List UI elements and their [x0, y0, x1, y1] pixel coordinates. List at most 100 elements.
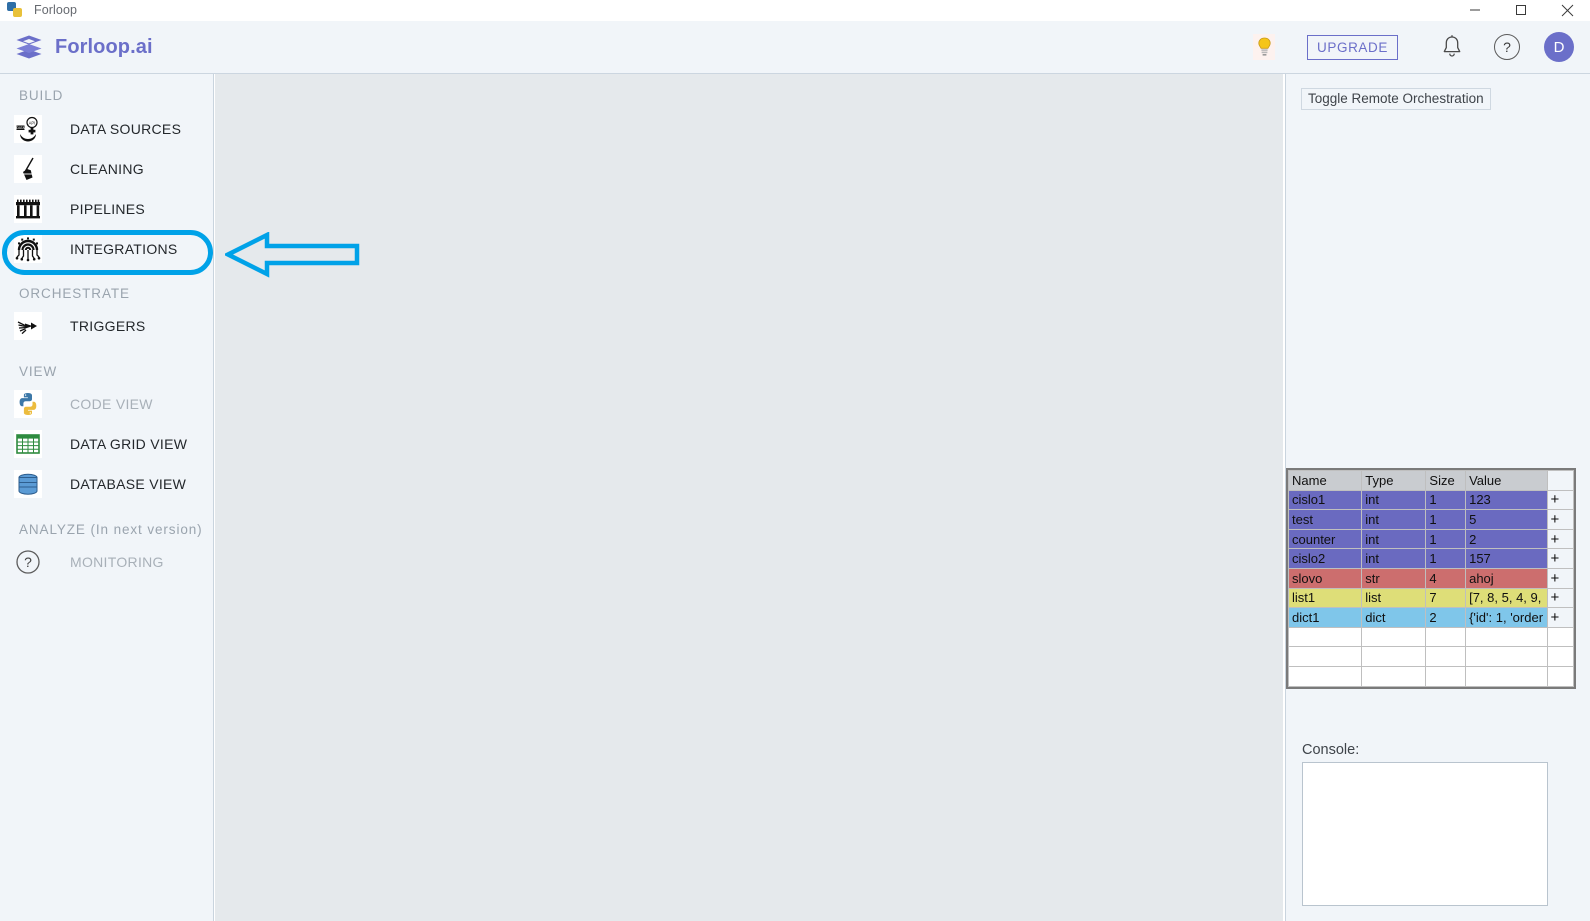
sidebar-item-label: MONITORING [70, 554, 164, 570]
python-icon [12, 388, 44, 420]
sidebar-item-database-view[interactable]: DATABASE VIEW [0, 464, 213, 504]
add-variable-button[interactable]: + [1546, 528, 1575, 550]
table-row[interactable] [1287, 646, 1575, 667]
table-row[interactable] [1287, 665, 1575, 687]
cell-name [1287, 626, 1363, 648]
cell-value [1465, 626, 1548, 648]
cell-value: 123 [1465, 489, 1548, 511]
cell-value: 2 [1465, 528, 1548, 550]
table-row[interactable]: counter int 1 2 + [1287, 528, 1575, 550]
question-circle-icon: ? [12, 546, 44, 578]
close-button[interactable] [1544, 0, 1590, 21]
row-spacer [1546, 646, 1575, 667]
triggers-icon [12, 310, 44, 342]
sidebar-item-monitoring[interactable]: ? MONITORING [0, 542, 213, 582]
bell-icon[interactable] [1440, 34, 1464, 60]
sidebar-section-build: BUILD [19, 88, 64, 103]
cell-name: dict1 [1287, 607, 1363, 628]
cell-type [1361, 665, 1427, 687]
cell-size: 1 [1425, 528, 1467, 550]
maximize-button[interactable] [1498, 0, 1544, 21]
cell-type [1361, 646, 1427, 667]
cell-type: int [1361, 489, 1427, 511]
pipelines-icon [12, 193, 44, 225]
add-variable-button[interactable]: + [1546, 489, 1575, 511]
table-row[interactable]: cislo2 int 1 157 + [1287, 548, 1575, 569]
sidebar-item-pipelines[interactable]: PIPELINES [0, 189, 213, 229]
brand-name: Forloop.ai [55, 35, 153, 58]
sidebar-item-cleaning[interactable]: CLEANING [0, 149, 213, 189]
broom-icon [12, 153, 44, 185]
cell-type: str [1361, 567, 1427, 589]
sidebar-item-label: CODE VIEW [70, 396, 153, 412]
cell-size: 1 [1425, 548, 1467, 569]
console-output[interactable] [1302, 762, 1548, 906]
cell-type [1361, 626, 1427, 648]
sidebar-section-view: VIEW [19, 364, 58, 379]
cell-value: 157 [1465, 548, 1548, 569]
sidebar-section-analyze: ANALYZE (In next version) [19, 522, 203, 537]
cell-name [1287, 665, 1363, 687]
svg-text:DATA: DATA [16, 126, 25, 130]
column-header-value: Value [1465, 470, 1548, 491]
table-row[interactable]: list1 list 7 [7, 8, 5, 4, 9, + [1287, 587, 1575, 609]
minimize-button[interactable] [1452, 0, 1498, 21]
cell-value [1465, 646, 1548, 667]
sidebar-item-triggers[interactable]: TRIGGERS [0, 306, 213, 346]
avatar[interactable]: D [1544, 32, 1574, 62]
table-row[interactable]: cislo1 int 1 123 + [1287, 489, 1575, 511]
cell-value: 5 [1465, 509, 1548, 530]
window-titlebar: Forloop [0, 0, 1590, 21]
row-spacer [1546, 626, 1575, 648]
help-button[interactable]: ? [1494, 34, 1520, 60]
cell-name: cislo1 [1287, 489, 1363, 511]
add-variable-button[interactable]: + [1546, 548, 1575, 569]
cell-name: slovo [1287, 567, 1363, 589]
sidebar-item-label: CLEANING [70, 161, 144, 177]
row-spacer [1546, 665, 1575, 687]
grid-icon [12, 428, 44, 460]
right-panel: Toggle Remote Orchestration Name Type Si… [1285, 74, 1590, 921]
forloop-stacked-hexagon-logo [14, 32, 44, 62]
upgrade-button[interactable]: UPGRADE [1307, 34, 1398, 60]
brand[interactable]: Forloop.ai [14, 32, 153, 62]
cell-type: list [1361, 587, 1427, 609]
window-controls [1452, 0, 1590, 21]
lightbulb-icon[interactable] [1253, 34, 1276, 60]
sidebar: BUILD API DATA DATA SOURCES CLEANING PIP… [0, 74, 214, 921]
cell-value: {'id': 1, 'order [1465, 607, 1548, 628]
column-header-size: Size [1425, 470, 1467, 491]
add-variable-button[interactable]: + [1546, 567, 1575, 589]
window-title: Forloop [34, 3, 78, 17]
cell-name: list1 [1287, 587, 1363, 609]
cell-name: cislo2 [1287, 548, 1363, 569]
data-sources-icon: API DATA [12, 113, 44, 145]
sidebar-item-label: DATABASE VIEW [70, 476, 187, 492]
cell-size [1425, 646, 1467, 667]
sidebar-item-data-grid-view[interactable]: DATA GRID VIEW [0, 424, 213, 464]
cell-size: 1 [1425, 489, 1467, 511]
add-variable-button[interactable]: + [1546, 607, 1575, 628]
sidebar-section-orchestrate: ORCHESTRATE [19, 286, 130, 301]
column-header-actions [1546, 470, 1575, 491]
main-canvas[interactable] [215, 74, 1283, 921]
column-header-name: Name [1287, 470, 1363, 491]
table-row[interactable]: test int 1 5 + [1287, 509, 1575, 530]
add-variable-button[interactable]: + [1546, 509, 1575, 530]
cell-name [1287, 646, 1363, 667]
sidebar-item-code-view[interactable]: CODE VIEW [0, 384, 213, 424]
add-variable-button[interactable]: + [1546, 587, 1575, 609]
table-row[interactable] [1287, 626, 1575, 648]
toggle-remote-orchestration-button[interactable]: Toggle Remote Orchestration [1301, 88, 1491, 110]
table-row[interactable]: slovo str 4 ahoj + [1287, 567, 1575, 589]
sidebar-item-integrations[interactable]: INTEGRATIONS [0, 229, 213, 269]
sidebar-item-data-sources[interactable]: API DATA DATA SOURCES [0, 109, 213, 149]
column-header-type: Type [1361, 470, 1427, 491]
cell-type: int [1361, 528, 1427, 550]
variables-table[interactable]: Name Type Size Value cislo1 int 1 123 + test i… [1286, 468, 1576, 689]
console-label: Console: [1302, 742, 1360, 758]
cell-name: test [1287, 509, 1363, 530]
table-row[interactable]: dict1 dict 2 {'id': 1, 'order + [1287, 607, 1575, 628]
svg-text:API: API [29, 120, 36, 125]
cell-name: counter [1287, 528, 1363, 550]
